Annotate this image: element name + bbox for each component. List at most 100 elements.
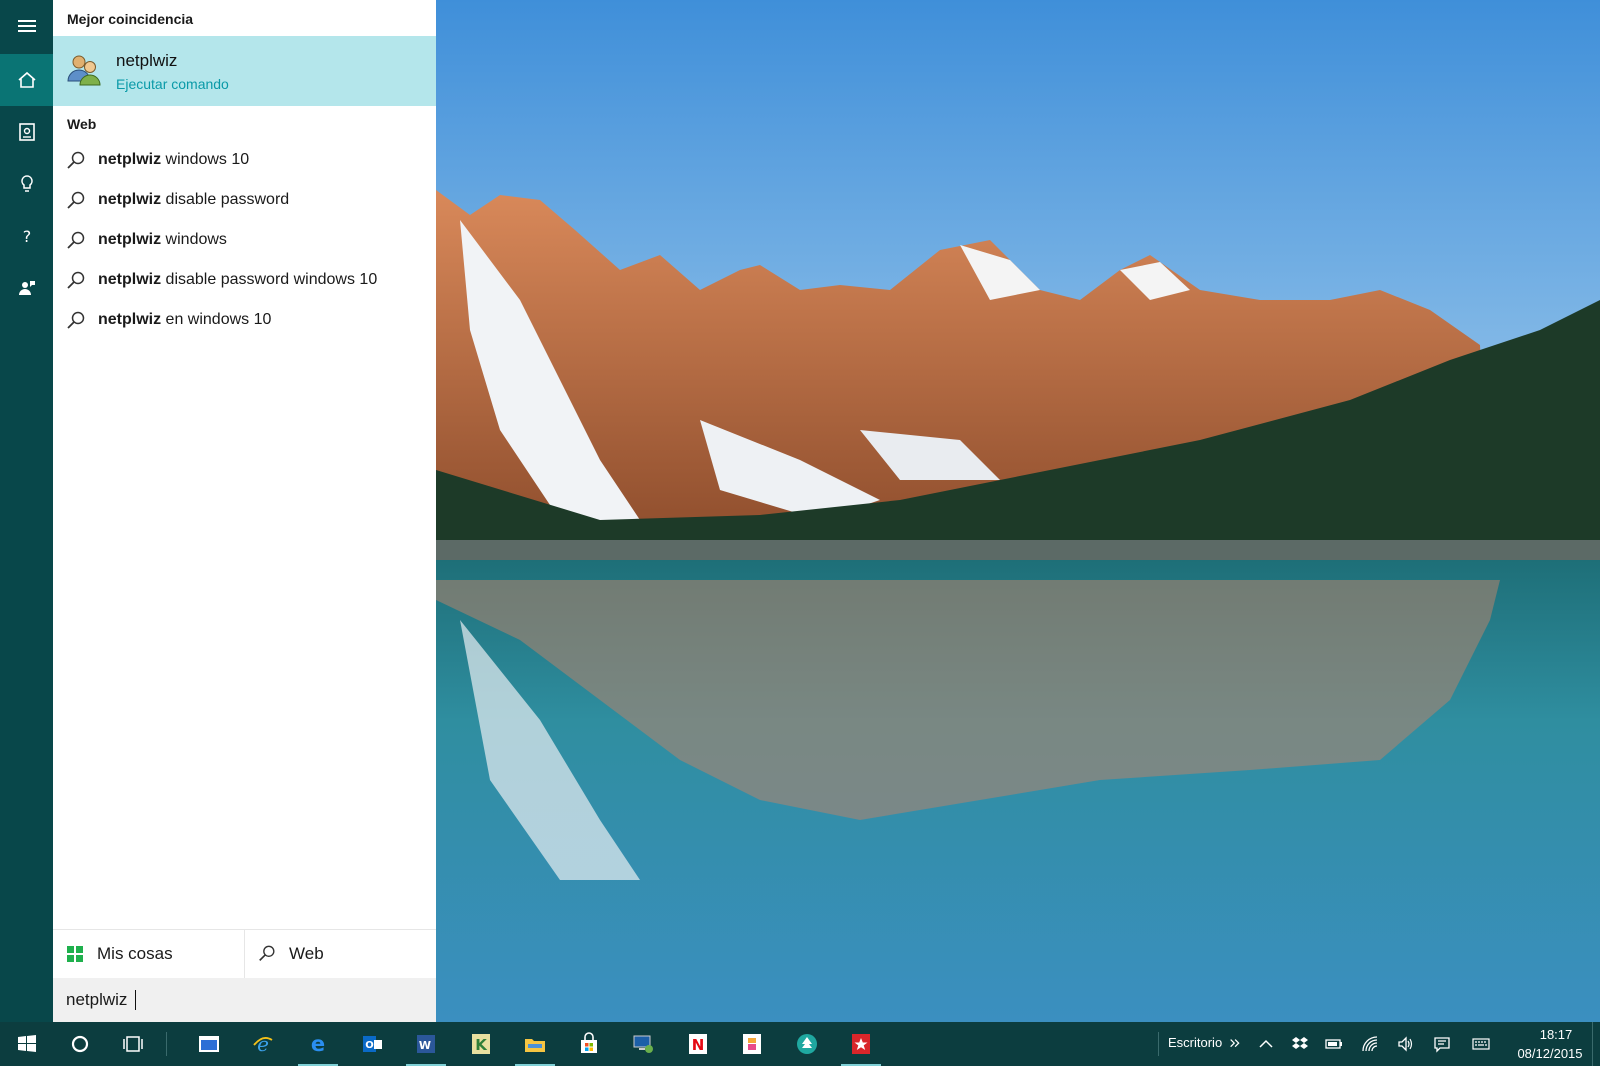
home-icon <box>17 71 36 88</box>
web-suggestion[interactable]: netplwiz windows 10 <box>53 141 436 181</box>
search-input[interactable] <box>66 988 406 1012</box>
svg-text:K: K <box>475 1036 488 1054</box>
best-match-name: netplwiz <box>116 51 178 70</box>
notebook-icon <box>18 123 35 141</box>
taskbar-app-photos[interactable] <box>726 1022 778 1066</box>
show-desktop-button[interactable] <box>1592 1022 1600 1066</box>
search-box[interactable] <box>53 978 436 1022</box>
help-button[interactable]: ? <box>0 210 53 262</box>
text-cursor <box>135 990 136 1010</box>
battery-tray-button[interactable] <box>1320 1022 1348 1066</box>
svg-text:W: W <box>419 1039 431 1052</box>
windows-start-icon <box>17 1035 36 1052</box>
taskbar-separator <box>166 1032 167 1056</box>
taskbar-app-tree[interactable] <box>781 1022 833 1066</box>
clock-time[interactable]: 18:17 <box>1525 1027 1587 1042</box>
reminders-button[interactable] <box>0 158 53 210</box>
taskbar-app-remote-desktop[interactable] <box>617 1022 669 1066</box>
taskbar-app-netflix[interactable]: N <box>672 1022 724 1066</box>
toolbar-overflow-button[interactable] <box>1228 1022 1244 1066</box>
edge-icon: e <box>311 1032 325 1056</box>
suggestion-text: netplwiz disable password windows 10 <box>98 271 378 288</box>
speaker-icon <box>1398 1036 1413 1052</box>
cortana-side-rail: ? <box>0 0 53 1022</box>
search-results-panel: Mejor coincidencia netplwiz Ejecutar com… <box>53 0 436 1022</box>
my-stuff-button[interactable]: Mis cosas <box>53 930 245 978</box>
taskbar: e e O W K N Escritorio 18:17 08/12/2015 <box>0 1022 1600 1066</box>
tree-app-icon <box>797 1034 817 1054</box>
task-view-icon <box>122 1036 143 1052</box>
lightbulb-icon <box>20 175 33 192</box>
action-center-button[interactable] <box>1428 1022 1456 1066</box>
svg-text:N: N <box>692 1036 705 1054</box>
svg-text:?: ? <box>22 227 31 246</box>
chevron-up-icon <box>1259 1039 1273 1048</box>
notebook-button[interactable] <box>0 106 53 158</box>
store-icon <box>581 1032 597 1053</box>
windows-logo-icon <box>67 946 83 962</box>
dropbox-tray-button[interactable] <box>1286 1022 1314 1066</box>
taskbar-app-ie[interactable]: e <box>237 1022 289 1066</box>
feedback-button[interactable] <box>0 262 53 314</box>
users-icon <box>67 55 101 86</box>
web-heading: Web <box>67 116 97 132</box>
my-stuff-label: Mis cosas <box>97 944 173 963</box>
search-icon <box>67 231 85 249</box>
cortana-icon <box>71 1035 88 1053</box>
web-suggestion[interactable]: netplwiz disable password windows 10 <box>53 261 436 301</box>
search-icon <box>67 151 85 169</box>
best-match-subtitle: Ejecutar comando <box>116 76 229 92</box>
double-chevron-right-icon <box>1230 1039 1240 1048</box>
desktop-toolbar-label[interactable]: Escritorio <box>1168 1035 1222 1050</box>
web-suggestion[interactable]: netplwiz disable password <box>53 181 436 221</box>
show-hidden-icons-button[interactable] <box>1252 1022 1280 1066</box>
taskbar-app-window[interactable] <box>183 1022 235 1066</box>
help-icon: ? <box>22 227 31 246</box>
hamburger-menu-icon <box>17 20 36 32</box>
red-star-app-icon <box>852 1034 870 1054</box>
feedback-icon <box>18 281 35 295</box>
search-icon <box>259 945 275 961</box>
taskbar-app-store[interactable] <box>563 1022 615 1066</box>
tray-separator <box>1158 1032 1159 1056</box>
taskbar-app-kindle[interactable]: K <box>455 1022 507 1066</box>
file-explorer-icon <box>525 1039 545 1052</box>
svg-text:e: e <box>257 1032 269 1056</box>
remote-desktop-icon <box>633 1035 653 1053</box>
taskbar-app-outlook[interactable]: O <box>346 1022 398 1066</box>
task-view-button[interactable] <box>106 1022 159 1066</box>
svg-text:e: e <box>311 1032 325 1056</box>
search-icon <box>67 271 85 289</box>
search-scope-bar: Mis cosas Web <box>53 929 436 978</box>
window-app-icon <box>199 1036 219 1052</box>
clock-date[interactable]: 08/12/2015 <box>1510 1046 1590 1061</box>
suggestion-text: netplwiz en windows 10 <box>98 311 272 328</box>
search-icon <box>67 311 85 329</box>
web-search-button[interactable]: Web <box>245 930 436 978</box>
battery-icon <box>1325 1039 1342 1049</box>
search-icon <box>67 191 85 209</box>
taskbar-app-edge[interactable]: e <box>292 1022 344 1066</box>
cortana-button[interactable] <box>53 1022 106 1066</box>
best-match-result[interactable]: netplwiz Ejecutar comando <box>53 36 436 106</box>
volume-tray-button[interactable] <box>1392 1022 1420 1066</box>
internet-explorer-icon: e <box>253 1032 273 1056</box>
menu-button[interactable] <box>0 0 53 52</box>
touch-keyboard-button[interactable] <box>1466 1022 1496 1066</box>
wifi-tray-button[interactable] <box>1356 1022 1384 1066</box>
dropbox-icon <box>1292 1037 1308 1049</box>
svg-text:O: O <box>365 1040 374 1051</box>
suggestion-text: netplwiz windows <box>98 231 227 248</box>
web-search-label: Web <box>289 944 324 963</box>
keyboard-icon <box>1472 1038 1490 1050</box>
wifi-icon <box>1362 1036 1378 1052</box>
home-button[interactable] <box>0 54 53 106</box>
web-suggestion[interactable]: netplwiz windows <box>53 221 436 261</box>
suggestion-text: netplwiz windows 10 <box>98 151 250 168</box>
kindle-icon: K <box>472 1034 490 1054</box>
web-suggestion[interactable]: netplwiz en windows 10 <box>53 301 436 341</box>
taskbar-app-file-explorer[interactable] <box>509 1022 561 1066</box>
start-button[interactable] <box>0 1022 53 1066</box>
taskbar-app-word[interactable]: W <box>400 1022 452 1066</box>
taskbar-app-red-star[interactable] <box>835 1022 887 1066</box>
